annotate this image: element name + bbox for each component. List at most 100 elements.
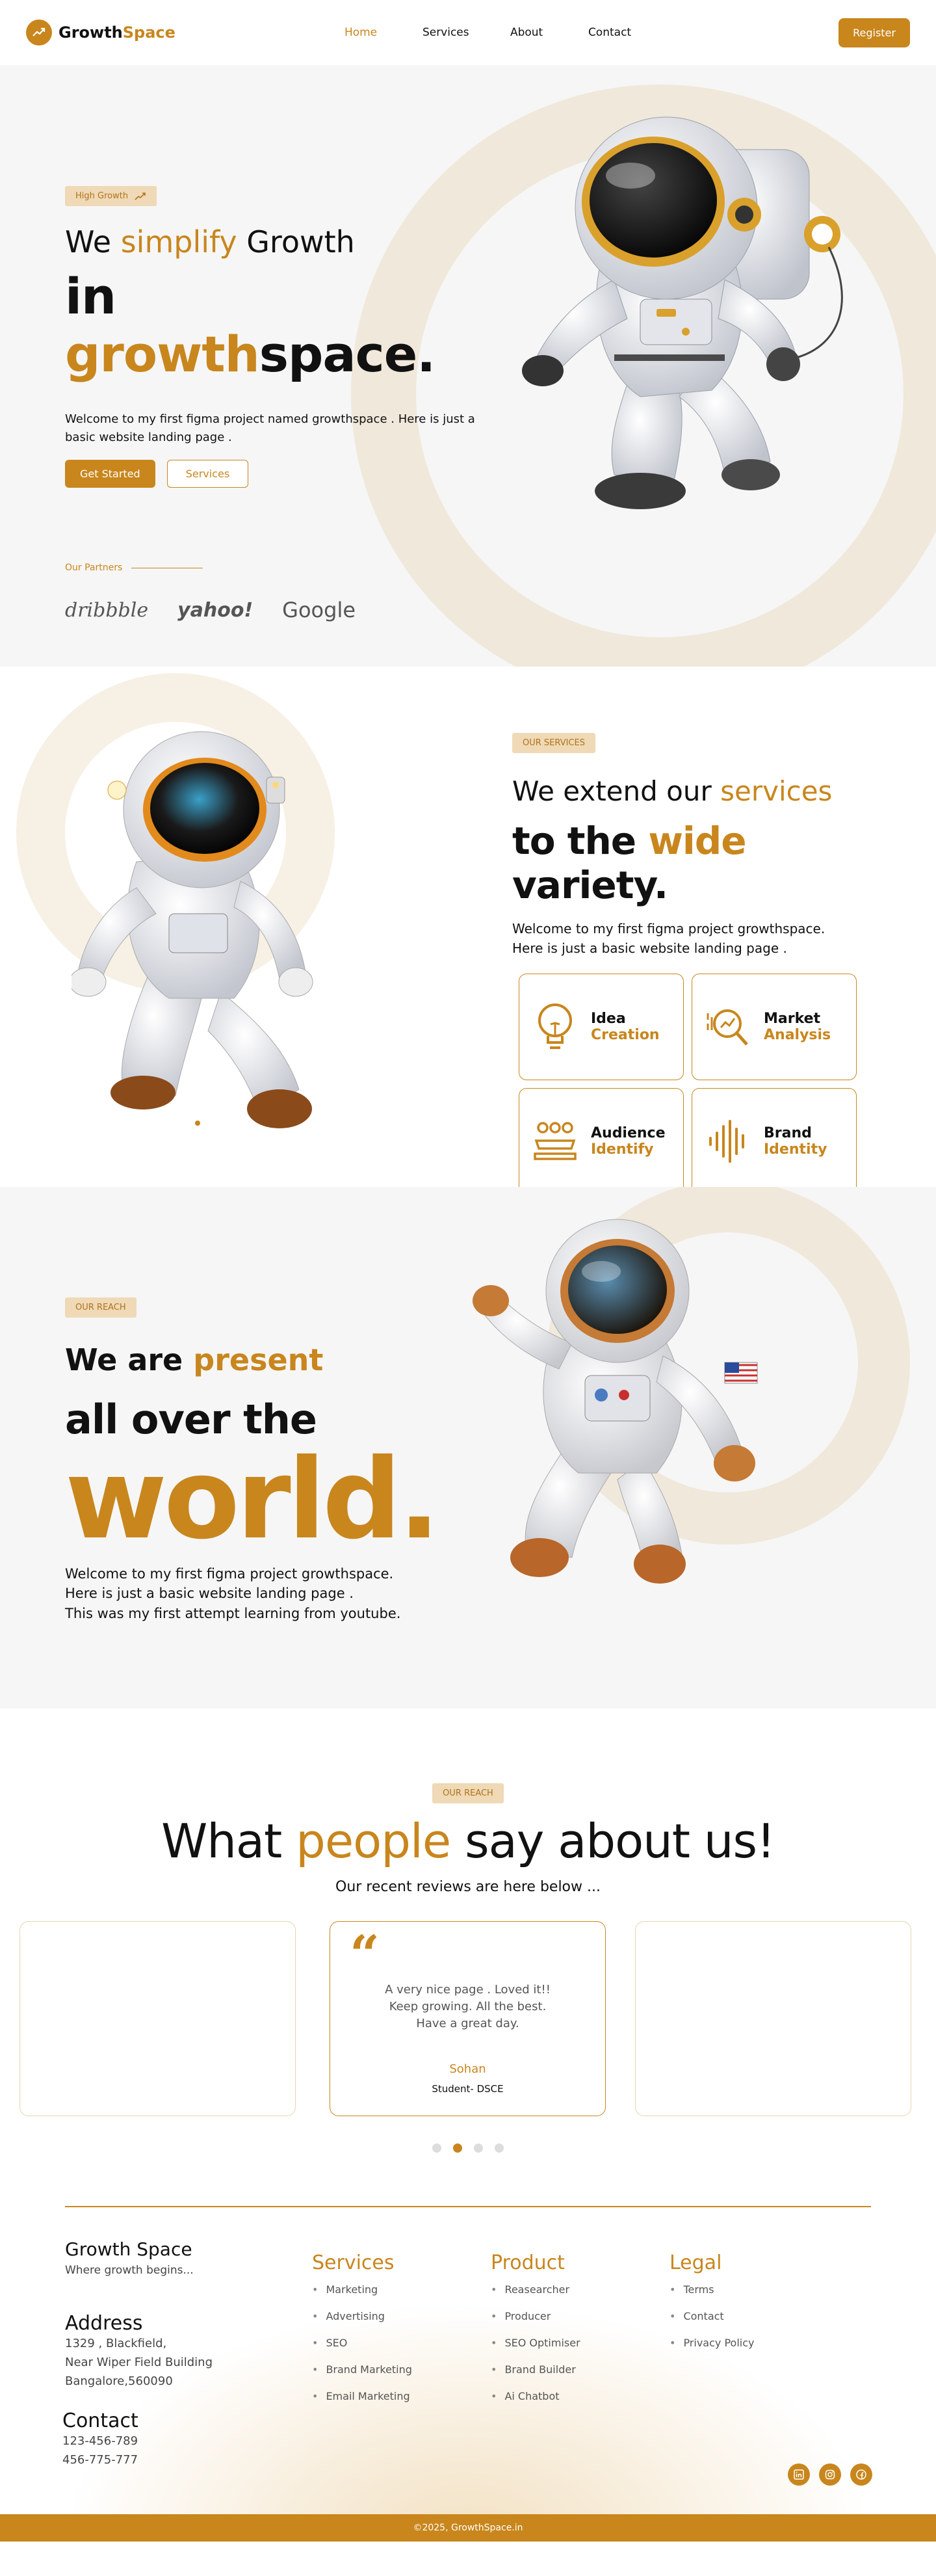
service-card-text: Market Analysis — [764, 1011, 831, 1043]
footer-link[interactable]: Producer — [491, 2310, 580, 2322]
service-card-market[interactable]: Market Analysis — [692, 974, 857, 1080]
footer-link[interactable]: Email Marketing — [312, 2390, 412, 2402]
footer-col-legal: Legal Terms Contact Privacy Policy — [670, 2251, 754, 2363]
testi-h-b: people — [296, 1814, 451, 1868]
linkedin-icon[interactable] — [788, 2463, 810, 2486]
reach-badge: OUR REACH — [65, 1297, 136, 1318]
reach-section: OUR REACH We are present all over the wo… — [0, 1187, 936, 1708]
instagram-icon[interactable] — [819, 2463, 841, 2486]
partners-block: Our Partners dribbble yahoo! Google — [65, 563, 356, 622]
services-astronaut-image — [72, 731, 313, 1128]
footer-link[interactable]: Brand Builder — [491, 2363, 580, 2376]
testimonials-badge: OUR REACH — [432, 1783, 504, 1803]
footer-link[interactable]: Contact — [670, 2310, 754, 2322]
register-button[interactable]: Register — [838, 18, 910, 47]
magnifier-chart-icon — [707, 1009, 748, 1046]
hero-h1-b: simplify — [120, 224, 237, 259]
nav-links: Home Services About Contact — [344, 26, 631, 39]
reviewer-role: Student- DSCE — [432, 2083, 504, 2095]
service-card-subtitle: Analysis — [764, 1027, 831, 1043]
carousel-dot[interactable] — [474, 2144, 483, 2153]
service-card-text: Brand Identity — [764, 1125, 827, 1158]
testimonials-section: OUR REACH What people say about us! Our … — [0, 1708, 936, 2199]
nav-services-link[interactable]: Services — [422, 26, 510, 39]
footer-contact: Contact 123-456-789 456-775-777 — [62, 2410, 138, 2470]
footer-phone[interactable]: 123-456-789 — [62, 2432, 138, 2451]
trend-icon — [135, 192, 146, 200]
service-card-title: Market — [764, 1011, 821, 1027]
svc-h2-c: variety. — [512, 863, 668, 907]
nav-home-link[interactable]: Home — [344, 26, 422, 39]
hero-h2-a: in — [65, 267, 116, 325]
service-card-subtitle: Creation — [591, 1027, 660, 1043]
reach-h1-b: present — [193, 1342, 324, 1377]
footer-address-line: 1329 , Blackfield, — [65, 2337, 167, 2350]
hero-astronaut-image — [522, 116, 843, 509]
partner-logos: dribbble yahoo! Google — [65, 598, 356, 622]
service-card-brand[interactable]: Brand Identity — [692, 1088, 857, 1187]
footer-address-title: Address — [65, 2312, 143, 2335]
reach-h1-a: We are — [65, 1342, 194, 1377]
footer-link[interactable]: Ai Chatbot — [491, 2390, 580, 2402]
footer-link[interactable]: Reasearcher — [491, 2283, 580, 2296]
hero-description: Welcome to my first figma project named … — [65, 412, 475, 444]
service-card-text: Audience Identify — [591, 1125, 666, 1158]
carousel-dots — [0, 2144, 936, 2153]
service-card-audience[interactable]: Audience Identify — [519, 1088, 684, 1187]
get-started-button[interactable]: Get Started — [65, 459, 155, 488]
footer-link[interactable]: Privacy Policy — [670, 2337, 754, 2349]
nav-contact-link[interactable]: Contact — [588, 26, 631, 39]
service-card-title: Audience — [591, 1125, 666, 1141]
reviews-carousel[interactable]: “ A very nice page . Loved it!! Keep gro… — [0, 1921, 936, 2119]
footer-link[interactable]: SEO — [312, 2337, 412, 2349]
partners-label-text: Our Partners — [65, 563, 123, 573]
audience-icon — [534, 1122, 577, 1160]
service-card-text: Idea Creation — [591, 1011, 660, 1043]
footer-divider — [65, 2206, 871, 2207]
services-description: Welcome to my first figma project growth… — [512, 921, 826, 956]
carousel-dot-active[interactable] — [453, 2144, 462, 2153]
footer-link[interactable]: Terms — [670, 2283, 754, 2296]
testimonials-heading: What people say about us! — [0, 1814, 936, 1868]
social-links — [788, 2463, 872, 2486]
service-card-idea[interactable]: Idea Creation — [519, 974, 684, 1080]
facebook-icon[interactable] — [850, 2463, 872, 2486]
service-card-subtitle: Identity — [764, 1141, 827, 1158]
reach-description: Welcome to my first figma project growth… — [65, 1564, 437, 1623]
footer-col-title: Legal — [670, 2251, 722, 2274]
carousel-dot[interactable] — [432, 2144, 441, 2153]
footer-brand: Growth Space Where growth begins... — [65, 2238, 194, 2277]
testi-h-c: say about us! — [450, 1814, 775, 1868]
footer-link[interactable]: Brand Marketing — [312, 2363, 411, 2376]
brand-logo[interactable]: Growth Space — [26, 20, 176, 46]
footer-link[interactable]: Marketing — [312, 2283, 412, 2296]
carousel-dot[interactable] — [495, 2144, 504, 2153]
reach-desc-line3: This was my first attempt learning from … — [65, 1605, 401, 1621]
testimonials-subtitle: Our recent reviews are here below ... — [335, 1879, 601, 1895]
footer-phone[interactable]: 456-775-777 — [62, 2451, 138, 2470]
footer-brand-name: Growth Space — [65, 2238, 192, 2260]
reach-desc-line2: Here is just a basic website landing pag… — [65, 1586, 354, 1602]
nav-about-link[interactable]: About — [510, 26, 588, 39]
footer-col-title: Services — [312, 2251, 395, 2274]
review-card-prev[interactable] — [20, 1921, 296, 2116]
footer-link[interactable]: SEO Optimiser — [491, 2337, 580, 2349]
review-text: A very nice page . Loved it!! Keep growi… — [385, 1983, 551, 2031]
review-card-active[interactable]: “ A very nice page . Loved it!! Keep gro… — [330, 1921, 606, 2116]
footer-address-line: Bangalore,560090 — [65, 2374, 173, 2388]
services-button[interactable]: Services — [166, 459, 249, 488]
services-section: OUR SERVICES We extend our services to t… — [0, 667, 936, 1187]
reach-content: OUR REACH We are present all over the wo… — [65, 1297, 440, 1623]
dribbble-logo: dribbble — [65, 598, 149, 622]
top-navbar: Growth Space Home Services About Contact … — [0, 0, 936, 65]
footer-address-line: Near Wiper Field Building — [65, 2355, 213, 2369]
quote-icon: “ — [350, 1924, 380, 1985]
services-headline-line1: We extend our services — [512, 775, 902, 807]
services-badge: OUR SERVICES — [512, 733, 595, 753]
svc-h1-b: services — [720, 775, 833, 807]
review-card-next[interactable] — [635, 1921, 911, 2116]
growth-chart-icon — [26, 20, 52, 46]
footer-tagline: Where growth begins... — [65, 2264, 194, 2277]
hero-section: High Growth We simplify Growth in growth… — [0, 65, 936, 667]
footer-link[interactable]: Advertising — [312, 2310, 412, 2322]
